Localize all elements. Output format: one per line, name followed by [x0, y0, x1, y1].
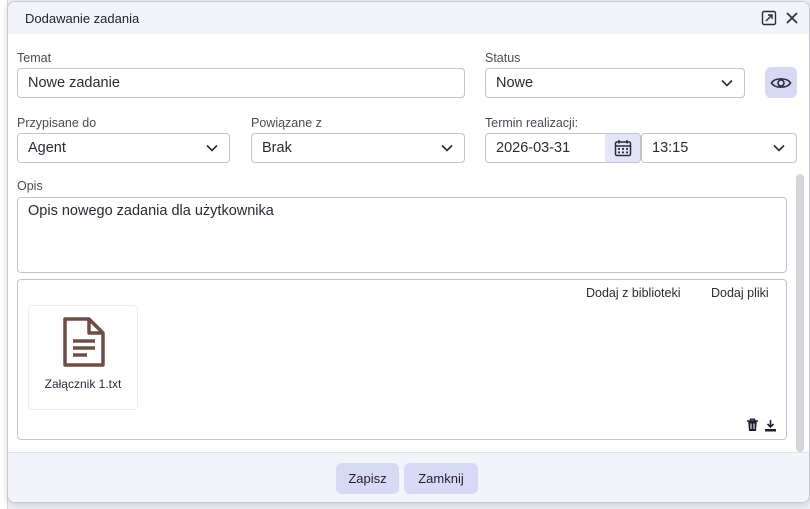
attachments-panel: Dodaj z biblioteki Dodaj pliki Załącznik… — [17, 279, 787, 440]
add-files-link[interactable]: Dodaj pliki — [711, 286, 769, 300]
due-date-input[interactable]: 2026-03-31 — [485, 133, 606, 163]
add-from-library-link[interactable]: Dodaj z biblioteki — [586, 286, 681, 300]
assigned-to-value: Agent — [28, 140, 66, 156]
description-label: Opis — [17, 179, 43, 193]
dialog-footer: Zapisz Zamknij — [8, 452, 809, 502]
attachment-name: Załącznik 1.txt — [44, 377, 122, 391]
assigned-to-select[interactable]: Agent — [17, 133, 230, 163]
close-button[interactable]: Zamknij — [404, 463, 478, 494]
status-select[interactable]: Nowe — [485, 68, 745, 98]
chevron-down-icon — [206, 144, 218, 152]
subject-label: Temat — [17, 51, 52, 65]
eye-icon — [770, 77, 792, 88]
dialog-title: Dodawanie zadania — [25, 11, 140, 26]
watch-button[interactable] — [765, 67, 797, 98]
subject-value: Nowe zadanie — [28, 75, 120, 91]
subject-input[interactable]: Nowe zadanie — [17, 68, 465, 98]
due-time-select[interactable]: 13:15 — [641, 133, 797, 163]
assigned-to-label: Przypisane do — [17, 116, 97, 130]
status-label: Status — [485, 51, 521, 65]
trash-icon[interactable] — [745, 418, 759, 432]
related-to-select[interactable]: Brak — [251, 133, 465, 163]
text-file-icon — [63, 317, 105, 367]
calendar-icon — [614, 140, 631, 157]
related-to-value: Brak — [262, 140, 292, 156]
related-to-label: Powiązane z — [251, 116, 322, 130]
calendar-button[interactable] — [605, 133, 641, 163]
pop-out-icon[interactable] — [760, 9, 778, 27]
add-task-dialog: Dodawanie zadania Temat Nowe zadanie Sta… — [7, 1, 810, 503]
chevron-down-icon — [441, 144, 453, 152]
chevron-down-icon — [721, 79, 733, 87]
description-value: Opis nowego zadania dla użytkownika — [28, 203, 274, 219]
save-button[interactable]: Zapisz — [336, 463, 399, 494]
status-value: Nowe — [496, 75, 534, 91]
scrollbar[interactable] — [796, 174, 804, 452]
dialog-titlebar: Dodawanie zadania — [8, 2, 809, 34]
description-textarea[interactable]: Opis nowego zadania dla użytkownika — [17, 197, 787, 273]
attachment-card[interactable]: Załącznik 1.txt — [28, 305, 138, 410]
due-date-value: 2026-03-31 — [496, 140, 571, 156]
download-icon[interactable] — [763, 418, 777, 432]
close-icon[interactable] — [783, 9, 801, 27]
chevron-down-icon — [773, 144, 785, 152]
due-label: Termin realizacji: — [485, 116, 579, 130]
